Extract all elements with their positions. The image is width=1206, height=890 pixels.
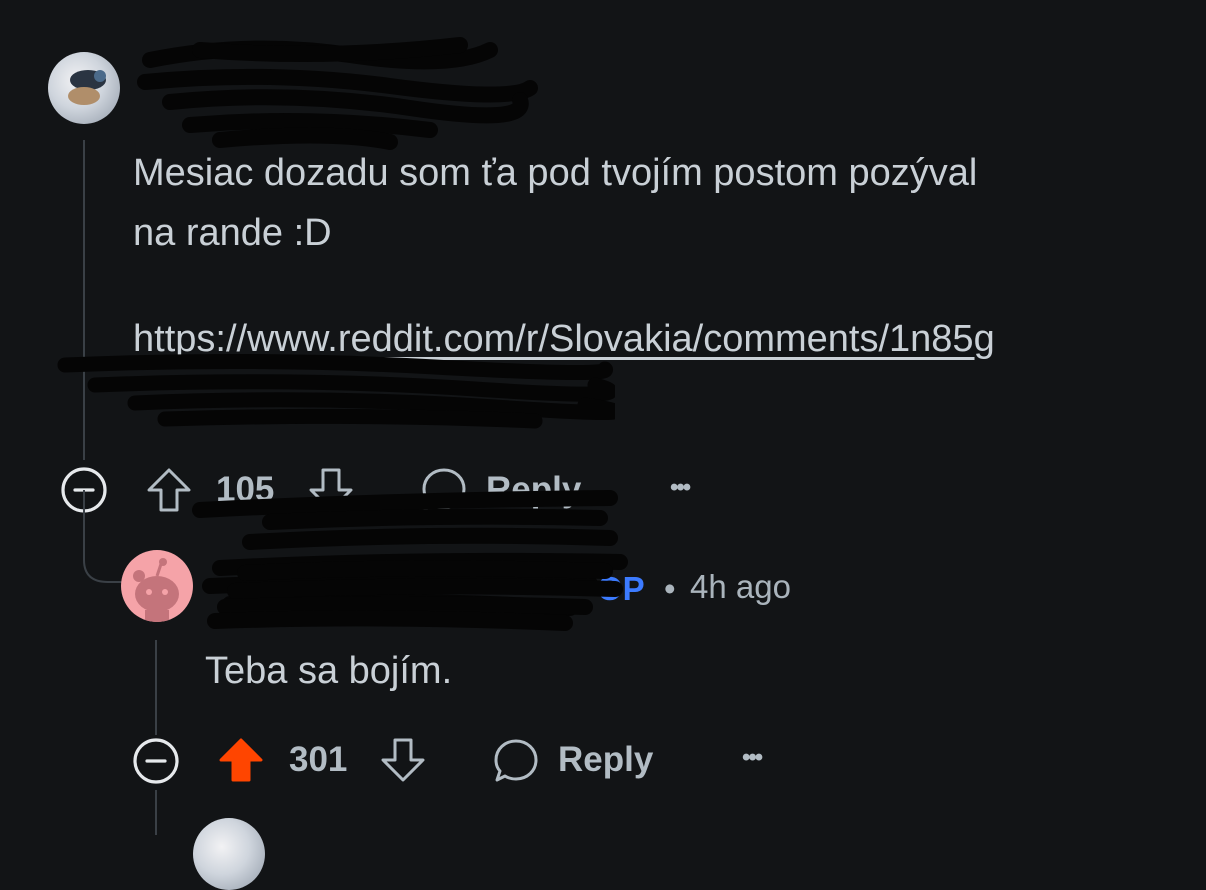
redaction-scribble: [207, 560, 623, 631]
arrow-up-icon: [219, 738, 263, 782]
downvote-button[interactable]: [380, 736, 426, 789]
reply-button[interactable]: [420, 466, 468, 519]
minus-circle-icon: [133, 738, 179, 784]
speech-bubble-icon: [422, 468, 466, 511]
avatar[interactable]: [48, 52, 120, 124]
comment-link-line2[interactable]: link: [133, 376, 573, 420]
reply-label[interactable]: Reply: [558, 740, 653, 780]
downvote-button[interactable]: [308, 466, 354, 519]
collapse-button[interactable]: [132, 737, 180, 790]
upvote-button[interactable]: [218, 736, 264, 789]
comment-body-line2: na rande :D: [133, 212, 332, 254]
avatar[interactable]: [193, 818, 265, 890]
more-options-button[interactable]: •••: [742, 744, 763, 772]
comment-body-line1: Mesiac dozadu som ťa pod tvojím postom p…: [133, 152, 978, 194]
vote-count: 301: [289, 740, 348, 779]
arrow-down-icon: [309, 468, 353, 512]
timestamp: 4h ago: [690, 568, 791, 605]
avatar[interactable]: [121, 550, 193, 622]
arrow-up-icon: [147, 468, 191, 512]
comment-link[interactable]: https://www.reddit.com/r/Slovakia/commen…: [133, 318, 995, 361]
arrow-down-icon: [381, 738, 425, 782]
reply-label[interactable]: Reply: [486, 470, 581, 510]
thread-line: [155, 790, 157, 835]
vote-count: 105: [216, 470, 275, 509]
meta-separator: •: [664, 570, 676, 607]
snoo-avatar-icon: [133, 558, 179, 622]
thread-line: [83, 140, 85, 460]
reply-button[interactable]: [492, 737, 540, 790]
op-badge: OP: [597, 570, 645, 607]
comment-body: Teba sa bojím.: [205, 650, 453, 692]
redaction-scribble: [137, 37, 538, 150]
more-options-button[interactable]: •••: [670, 474, 691, 502]
upvote-button[interactable]: [146, 466, 192, 519]
speech-bubble-icon: [494, 739, 538, 782]
thread-line: [155, 640, 157, 735]
avatar-image: [68, 70, 106, 105]
